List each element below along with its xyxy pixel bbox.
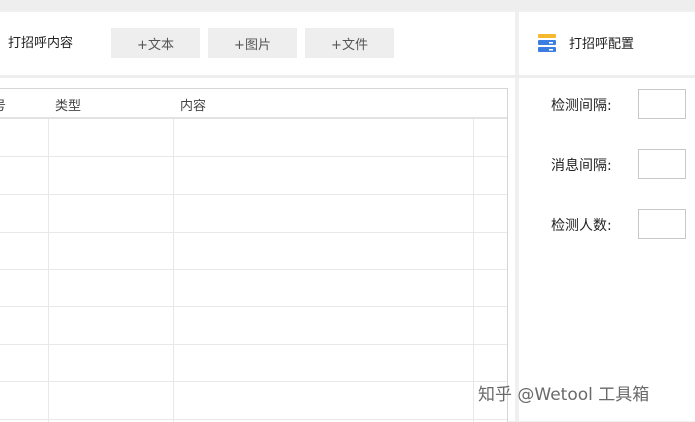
column-divider bbox=[173, 119, 174, 422]
table-row[interactable] bbox=[0, 194, 507, 195]
column-header-content[interactable]: 内容 bbox=[180, 95, 206, 114]
add-file-button[interactable]: +文件 bbox=[305, 28, 394, 58]
detection-count-label: 检测人数: bbox=[551, 218, 612, 234]
column-divider bbox=[48, 119, 49, 422]
message-interval-label: 消息间隔: bbox=[551, 158, 612, 174]
column-header-type[interactable]: 类型 bbox=[55, 95, 81, 114]
greeting-content-title: 打招呼内容 bbox=[8, 36, 74, 51]
top-strip bbox=[0, 0, 695, 10]
table-row[interactable] bbox=[0, 381, 507, 382]
add-text-button[interactable]: +文本 bbox=[111, 28, 200, 58]
add-image-button[interactable]: +图片 bbox=[208, 28, 297, 58]
detection-interval-label: 检测间隔: bbox=[551, 98, 612, 114]
table-row[interactable] bbox=[0, 232, 507, 233]
table-row[interactable] bbox=[0, 419, 507, 420]
table-header: 号 类型 内容 bbox=[0, 89, 507, 119]
greeting-config-title: 打招呼配置 bbox=[569, 37, 635, 52]
table-row[interactable] bbox=[0, 344, 507, 345]
detection-count-input[interactable] bbox=[638, 209, 686, 239]
toolbar-divider bbox=[0, 75, 695, 78]
table-row[interactable] bbox=[0, 269, 507, 270]
table-row[interactable] bbox=[0, 156, 507, 157]
greeting-content-table: 号 类型 内容 bbox=[0, 88, 508, 422]
message-interval-input[interactable] bbox=[638, 149, 686, 179]
detection-interval-input[interactable] bbox=[638, 89, 686, 119]
table-row[interactable] bbox=[0, 306, 507, 307]
column-header-number[interactable]: 号 bbox=[0, 95, 6, 114]
watermark: 知乎 @Wetool 工具箱 bbox=[478, 385, 650, 405]
stacked-layers-icon bbox=[537, 33, 557, 53]
column-divider bbox=[473, 119, 474, 422]
